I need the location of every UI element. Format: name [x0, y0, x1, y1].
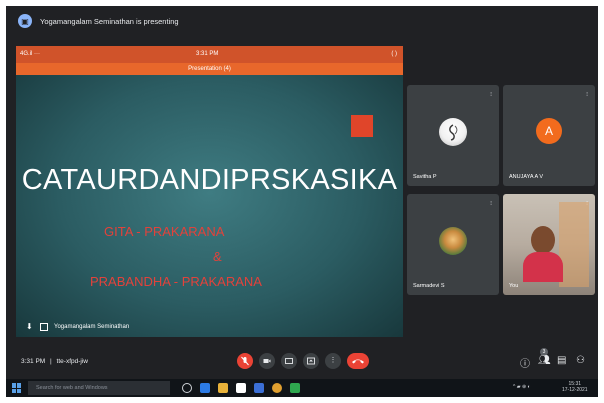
tray-clock[interactable]: 15:31 17-12-2021	[562, 381, 588, 393]
meeting-code: tte-xfpd-jiw	[56, 358, 88, 365]
captions-icon	[285, 358, 293, 364]
mic-muted-icon: ⁝	[490, 201, 492, 207]
phone-signal: 4G.il ···	[20, 51, 40, 57]
meeting-time: 3:31 PM	[21, 358, 46, 365]
expand-icon[interactable]	[40, 323, 48, 331]
self-video-tile[interactable]: ⁝ You	[503, 194, 595, 295]
cortana-icon[interactable]	[182, 383, 192, 393]
self-shoulders	[523, 252, 563, 282]
more-vert-icon: ⋮	[329, 357, 337, 364]
meeting-info: 3:31 PM | tte-xfpd-jiw	[21, 358, 88, 365]
taskbar-search-input[interactable]: Search for web and Windows	[28, 381, 170, 395]
phone-time: 3:31 PM	[196, 51, 219, 57]
self-face	[531, 226, 555, 254]
mic-muted-icon: ⁝	[586, 92, 588, 98]
slide: CATAURDANDIPRSKASIKA GITA - PRAKARANA & …	[16, 75, 403, 337]
mail-icon[interactable]	[254, 383, 264, 393]
presentation-view[interactable]: 4G.il ··· 3:31 PM ( ) Presentation (4) C…	[16, 46, 403, 337]
participant-name: ANUJAYA A V	[509, 174, 544, 180]
participant-name: Sarmadevi S	[413, 283, 445, 289]
meet-window: ▣ Yogamangalam Seminathan is presenting …	[6, 6, 598, 397]
slide-line-1: GITA - PRAKARANA	[104, 224, 225, 239]
presenter-label: ⬇ Yogamangalam Seminathan	[26, 323, 129, 331]
avatar	[439, 226, 467, 255]
camera-toggle-button[interactable]	[259, 353, 275, 369]
presentation-title-bar: Presentation (4)	[16, 63, 403, 75]
avatar: A	[536, 117, 562, 144]
participant-name: You	[509, 283, 519, 289]
present-screen-icon: ▣	[18, 14, 32, 28]
participant-tile[interactable]: ⁝ Sarmadevi S	[407, 194, 499, 295]
background-door	[559, 202, 589, 287]
presenter-name: Yogamangalam Seminathan	[54, 324, 130, 330]
call-end-icon	[352, 359, 364, 364]
file-explorer-icon[interactable]	[218, 383, 228, 393]
tray-date: 17-12-2021	[562, 387, 588, 393]
system-tray-icons[interactable]: ^ ▰ ⊕ ◐	[513, 384, 531, 390]
chat-icon[interactable]: ▤	[557, 355, 566, 366]
people-icon[interactable]: 👥︎	[538, 355, 551, 366]
info-icon[interactable]: ⓘ	[520, 355, 530, 370]
leave-call-button[interactable]	[347, 353, 369, 369]
avatar	[439, 117, 467, 146]
mic-muted-icon: ⁝	[490, 92, 492, 98]
presenting-text: Yogamangalam Seminathan is presenting	[40, 16, 179, 26]
presenting-banner: ▣ Yogamangalam Seminathan is presenting	[6, 6, 598, 36]
mic-off-icon	[241, 356, 249, 366]
phone-battery-icon: ( )	[391, 51, 397, 57]
meeting-control-bar: 3:31 PM | tte-xfpd-jiw ⋮ ⓘ 3 👥︎ ▤ ⚇	[6, 345, 598, 379]
windows-taskbar: Search for web and Windows ^ ▰ ⊕ ◐ 15:31…	[6, 379, 598, 397]
store-icon[interactable]	[236, 383, 246, 393]
edge-icon[interactable]	[200, 383, 210, 393]
captions-button[interactable]	[281, 353, 297, 369]
slide-line-2: &	[213, 249, 222, 264]
participant-name: Savitha P	[413, 174, 437, 180]
excel-icon[interactable]	[290, 383, 300, 393]
phone-status-bar: 4G.il ··· 3:31 PM ( )	[16, 46, 403, 63]
camera-icon	[263, 359, 271, 363]
participant-tile[interactable]: ⁝ A ANUJAYA A V	[503, 85, 595, 186]
slide-decoration	[351, 115, 373, 137]
more-options-button[interactable]: ⋮	[325, 353, 341, 369]
windows-start-icon[interactable]	[12, 383, 22, 393]
chrome-icon[interactable]	[272, 383, 282, 393]
pin-icon[interactable]: ⬇	[26, 323, 34, 331]
present-button[interactable]	[303, 353, 319, 369]
slide-line-3: PRABANDHA - PRAKARANA	[90, 274, 262, 289]
activities-icon[interactable]: ⚇	[576, 355, 585, 366]
slide-title: CATAURDANDIPRSKASIKA	[21, 164, 398, 196]
present-screen-icon	[307, 357, 315, 365]
mic-toggle-button[interactable]	[237, 353, 253, 369]
participant-tile[interactable]: ⁝ Savitha P	[407, 85, 499, 186]
